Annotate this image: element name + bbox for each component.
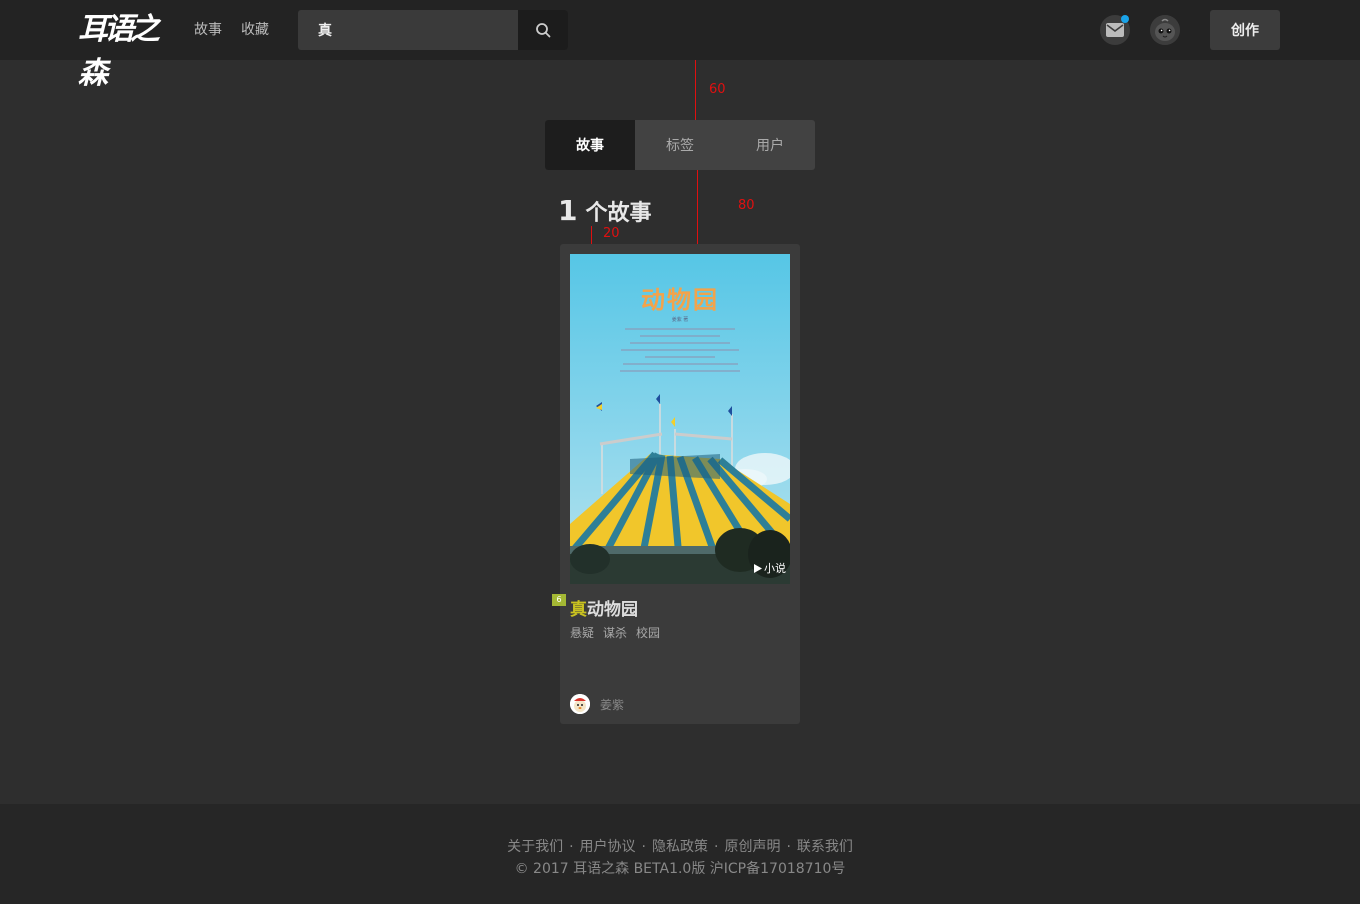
- story-type-label: 小说: [764, 562, 786, 575]
- story-author[interactable]: 姜紫: [570, 694, 624, 714]
- user-avatar[interactable]: [1150, 15, 1180, 45]
- annotation-label: 80: [738, 198, 755, 213]
- footer-link-contact[interactable]: 联系我们: [797, 839, 853, 855]
- result-count-number: 1: [558, 194, 578, 227]
- footer-link-terms[interactable]: 用户协议: [580, 839, 636, 855]
- annotation-line: [695, 60, 696, 120]
- cover-synopsis: [620, 328, 740, 377]
- notification-dot: [1121, 15, 1129, 23]
- footer-copyright: © 2017 耳语之森 BETA1.0版 沪ICP备17018710号: [514, 861, 846, 877]
- nav-stories[interactable]: 故事: [194, 20, 222, 40]
- story-title-text: 动物园: [587, 600, 638, 620]
- result-count: 1 个故事: [558, 194, 652, 230]
- footer-links: 关于我们 · 用户协议 · 隐私政策 · 原创声明 · 联系我们: [0, 836, 1360, 856]
- story-title[interactable]: 真动物园: [570, 595, 638, 620]
- footer-separator: ·: [786, 839, 791, 855]
- footer-separator: ·: [569, 839, 574, 855]
- story-tag[interactable]: 校园: [636, 624, 660, 641]
- author-avatar: [570, 694, 590, 714]
- search-bar: [298, 10, 568, 50]
- annotation-line: [697, 170, 698, 244]
- footer-link-privacy[interactable]: 隐私政策: [652, 839, 708, 855]
- cover-author: 姜紫 著: [671, 317, 689, 323]
- annotation-label: 60: [709, 82, 726, 97]
- story-title-highlight: 真: [570, 600, 587, 620]
- site-logo[interactable]: 耳语之森: [78, 8, 168, 91]
- tab-stories[interactable]: 故事: [545, 120, 635, 170]
- search-icon: [536, 23, 551, 38]
- footer-link-about[interactable]: 关于我们: [507, 839, 563, 855]
- create-button[interactable]: 创作: [1210, 10, 1280, 50]
- story-cover[interactable]: 动物园 姜紫 著 小说: [570, 254, 790, 584]
- cover-title: 动物园: [641, 286, 719, 314]
- level-badge: 6: [552, 594, 566, 606]
- search-input[interactable]: [298, 10, 518, 50]
- mail-icon: [1106, 23, 1124, 37]
- search-type-tabs: 故事 标签 用户: [545, 120, 815, 170]
- story-card[interactable]: 动物园 姜紫 著 小说 6 真动物园 悬疑 谋杀 校园 姜紫: [552, 244, 800, 724]
- footer-separator: ·: [714, 839, 719, 855]
- story-type-badge: 小说: [754, 560, 786, 576]
- result-count-label: 个故事: [585, 201, 652, 226]
- author-name: 姜紫: [600, 697, 625, 712]
- search-button[interactable]: [518, 10, 568, 50]
- story-tag[interactable]: 悬疑: [570, 624, 594, 641]
- nav-favorites[interactable]: 收藏: [241, 20, 269, 40]
- top-header: 耳语之森 故事 收藏 创作: [0, 0, 1360, 91]
- story-tag[interactable]: 谋杀: [603, 624, 627, 641]
- play-icon: [754, 563, 762, 573]
- avatar-image: [1150, 15, 1180, 45]
- tab-users[interactable]: 用户: [725, 120, 815, 170]
- footer-separator: ·: [641, 839, 646, 855]
- footer-link-original[interactable]: 原创声明: [724, 839, 780, 855]
- tab-tags[interactable]: 标签: [635, 120, 725, 170]
- page-footer: 关于我们 · 用户协议 · 隐私政策 · 原创声明 · 联系我们 © 2017 耳语之森 BET…: [0, 804, 1360, 904]
- mail-button[interactable]: [1100, 15, 1130, 45]
- story-tags: 悬疑 谋杀 校园: [570, 624, 660, 641]
